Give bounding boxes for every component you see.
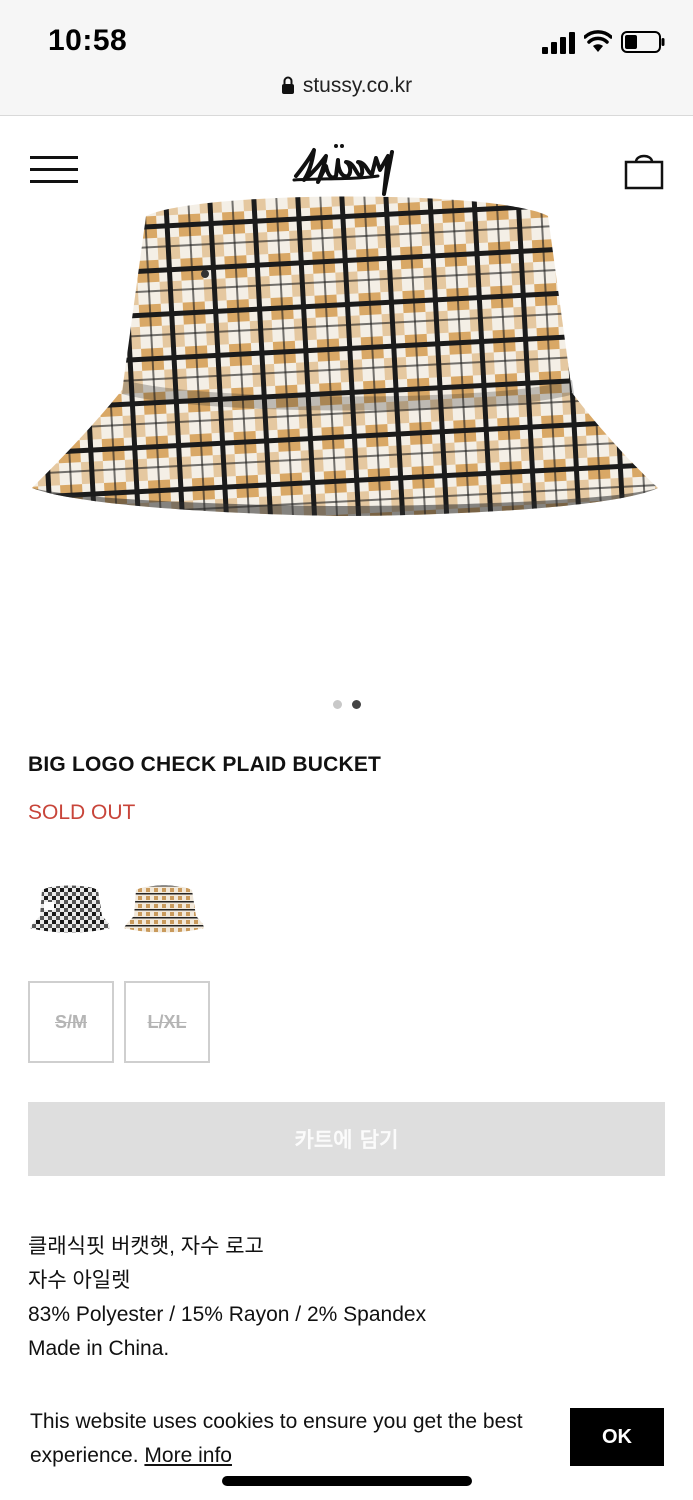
tan-check-hat-swatch[interactable] [122, 872, 206, 936]
more-info-link[interactable]: More info [144, 1444, 232, 1467]
carousel-dot-active[interactable] [351, 700, 361, 709]
wifi-icon [584, 30, 612, 52]
cookie-ok-button[interactable]: OK [570, 1408, 664, 1466]
product-description: 클래식핏 버캣햇, 자수 로고 자수 아일렛 83% Polyester / 1… [28, 1230, 426, 1366]
description-line: Made in China. [28, 1337, 170, 1360]
hamburger-menu-icon[interactable] [30, 156, 78, 186]
description-line: 클래식핏 버캣햇, 자수 로고 [28, 1235, 264, 1258]
shopping-bag-icon[interactable] [624, 150, 664, 190]
battery-low-icon [621, 31, 665, 53]
cellular-signal-icon [542, 32, 575, 54]
cookie-text: This website uses cookies to ensure you … [30, 1410, 523, 1467]
home-indicator[interactable] [222, 1476, 472, 1486]
browser-chrome: 10:58 stussy.co.kr [0, 0, 693, 116]
url-text: stussy.co.kr [302, 74, 413, 97]
address-bar[interactable]: stussy.co.kr [0, 74, 693, 98]
size-option[interactable]: S/M [28, 981, 114, 1063]
sold-out-status: SOLD OUT [28, 801, 136, 824]
description-line: 자수 아일렛 [28, 1269, 131, 1292]
status-time: 10:58 [48, 24, 128, 57]
stussy-logo[interactable] [290, 136, 402, 216]
description-line: 83% Polyester / 15% Rayon / 2% Spandex [28, 1303, 427, 1326]
product-title: BIG LOGO CHECK PLAID BUCKET [28, 753, 382, 776]
size-option[interactable]: L/XL [124, 981, 210, 1063]
lock-icon [281, 76, 294, 94]
carousel-dots [0, 700, 693, 709]
cookie-message: This website uses cookies to ensure you … [30, 1405, 560, 1473]
add-to-cart-button[interactable]: 카트에 담기 [28, 1102, 665, 1176]
black-white-check-hat-swatch[interactable] [28, 872, 112, 936]
carousel-dot[interactable] [332, 700, 342, 709]
plaid-bucket-hat-image[interactable] [0, 180, 693, 540]
